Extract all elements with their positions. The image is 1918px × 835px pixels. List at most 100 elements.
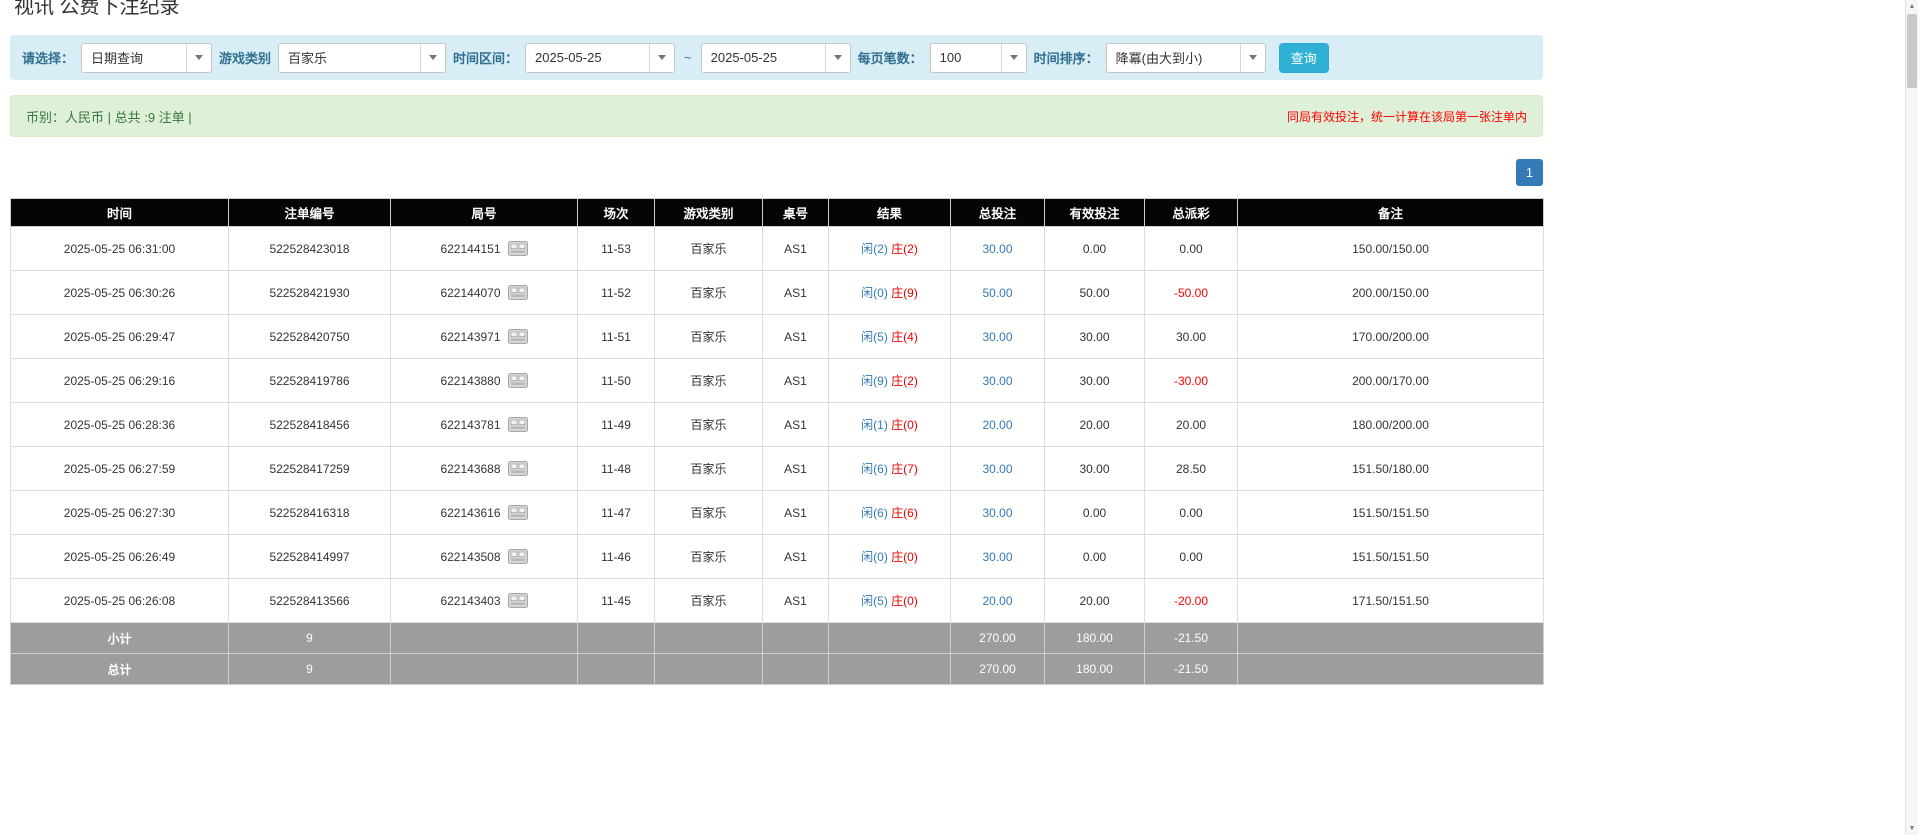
vertical-scrollbar[interactable]: ▲ ▼ [1905,0,1918,835]
page-size-select[interactable]: 100 [930,43,1027,73]
game-type-cell: 百家乐 [655,271,763,315]
date-range-label: 时间区间： [453,48,518,67]
page-button-1[interactable]: 1 [1516,159,1543,186]
time-cell: 2025-05-25 06:29:47 [11,315,229,359]
game-type-cell: 百家乐 [655,403,763,447]
round-cell: 622143688 [391,447,578,491]
round-replay-icon[interactable] [508,373,528,388]
round-replay-icon[interactable] [508,505,528,520]
round-number: 622143616 [440,506,500,520]
game-type-label: 游戏类别 [219,48,271,67]
total-bet-link[interactable]: 30.00 [982,462,1012,476]
total-bet-link[interactable]: 30.00 [982,374,1012,388]
result-cell: 闲(0) 庄(0) [829,535,951,579]
total-bet-link[interactable]: 50.00 [982,286,1012,300]
date-from-select[interactable]: 2025-05-25 [525,43,675,73]
valid-bet-cell: 20.00 [1045,579,1145,623]
valid-bet-note: 同局有效投注，统一计算在该局第一张注单内 [1287,108,1527,125]
date-range-separator: ~ [682,50,694,65]
page-size-label: 每页笔数： [858,48,923,67]
total-bet-cell: 30.00 [951,227,1045,271]
scroll-up-icon[interactable]: ▲ [1906,0,1918,13]
total-bet-link[interactable]: 20.00 [982,418,1012,432]
remark-cell: 200.00/150.00 [1238,271,1544,315]
total-bet-cell: 20.00 [951,579,1045,623]
round-replay-icon[interactable] [508,329,528,344]
grand-total-row-total-bet: 270.00 [951,654,1045,685]
remark-cell: 151.50/180.00 [1238,447,1544,491]
round-cell: 622143781 [391,403,578,447]
date-to-select[interactable]: 2025-05-25 [701,43,851,73]
round-wrap: 622143403 [440,593,527,608]
total-bet-cell: 30.00 [951,315,1045,359]
time-cell: 2025-05-25 06:27:59 [11,447,229,491]
chevron-down-icon [420,44,445,72]
total-bet-cell: 20.00 [951,403,1045,447]
payout-cell: 30.00 [1145,315,1238,359]
grand-total-row-count: 9 [229,654,391,685]
result-cell: 闲(1) 庄(0) [829,403,951,447]
round-replay-icon[interactable] [508,549,528,564]
scrollbar-thumb[interactable] [1907,14,1917,88]
round-replay-icon[interactable] [508,593,528,608]
result-player: 闲(2) [861,242,888,256]
total-bet-link[interactable]: 30.00 [982,242,1012,256]
session-cell: 11-52 [578,271,655,315]
result-cell: 闲(6) 庄(7) [829,447,951,491]
round-number: 622143688 [440,462,500,476]
table-no-cell: AS1 [763,579,829,623]
scroll-down-icon[interactable]: ▼ [1906,822,1918,835]
grand-total-row-payout: -21.50 [1145,654,1238,685]
round-replay-icon[interactable] [508,461,528,476]
pagination: 1 [10,159,1543,186]
table-row: 2025-05-25 06:27:30522528416318622143616… [11,491,1544,535]
subtotal-row-payout: -21.50 [1145,623,1238,654]
subtotal-row: 小计9270.00180.00-21.50 [11,623,1544,654]
session-cell: 11-53 [578,227,655,271]
chevron-down-icon [825,44,850,72]
round-wrap: 622143616 [440,505,527,520]
round-replay-icon[interactable] [508,241,528,256]
remark-cell: 180.00/200.00 [1238,403,1544,447]
game-type-cell: 百家乐 [655,227,763,271]
time-cell: 2025-05-25 06:26:49 [11,535,229,579]
column-header-0: 时间 [11,199,229,227]
result-cell: 闲(6) 庄(6) [829,491,951,535]
table-row: 2025-05-25 06:29:47522528420750622143971… [11,315,1544,359]
sort-select[interactable]: 降冪(由大到小) [1106,43,1266,73]
result-player: 闲(9) [861,374,888,388]
column-header-2: 局号 [391,199,578,227]
round-replay-icon[interactable] [508,417,528,432]
round-cell: 622143880 [391,359,578,403]
round-replay-icon[interactable] [508,285,528,300]
currency-summary-text: 币别：人民币 | 总共 :9 注单 | [26,107,192,126]
total-bet-link[interactable]: 20.00 [982,594,1012,608]
total-bet-link[interactable]: 30.00 [982,330,1012,344]
result-cell: 闲(9) 庄(2) [829,359,951,403]
table-row: 2025-05-25 06:31:00522528423018622144151… [11,227,1544,271]
remark-cell: 150.00/150.00 [1238,227,1544,271]
result-player: 闲(0) [861,550,888,564]
table-row: 2025-05-25 06:30:26522528421930622144070… [11,271,1544,315]
time-cell: 2025-05-25 06:31:00 [11,227,229,271]
result-banker: 庄(0) [891,550,918,564]
total-bet-link[interactable]: 30.00 [982,550,1012,564]
round-wrap: 622144070 [440,285,527,300]
total-bet-link[interactable]: 30.00 [982,506,1012,520]
filter-bar: 请选择： 日期查询 游戏类别 百家乐 时间区间： 2025-05-25 ~ 20… [10,35,1543,80]
table-row: 2025-05-25 06:29:16522528419786622143880… [11,359,1544,403]
table-no-cell: AS1 [763,227,829,271]
table-row: 2025-05-25 06:26:08522528413566622143403… [11,579,1544,623]
search-button[interactable]: 查询 [1279,43,1329,73]
query-type-select[interactable]: 日期查询 [81,43,212,73]
remark-cell: 151.50/151.50 [1238,491,1544,535]
total-bet-cell: 30.00 [951,535,1045,579]
game-type-select[interactable]: 百家乐 [278,43,446,73]
bet-id-cell: 522528417259 [229,447,391,491]
payout-cell: -30.00 [1145,359,1238,403]
round-number: 622144151 [440,242,500,256]
column-header-7: 总投注 [951,199,1045,227]
page-size-selected-value: 100 [931,50,971,65]
valid-bet-cell: 0.00 [1045,535,1145,579]
table-header: 时间注单编号局号场次游戏类别桌号结果总投注有效投注总派彩备注 [11,199,1544,227]
